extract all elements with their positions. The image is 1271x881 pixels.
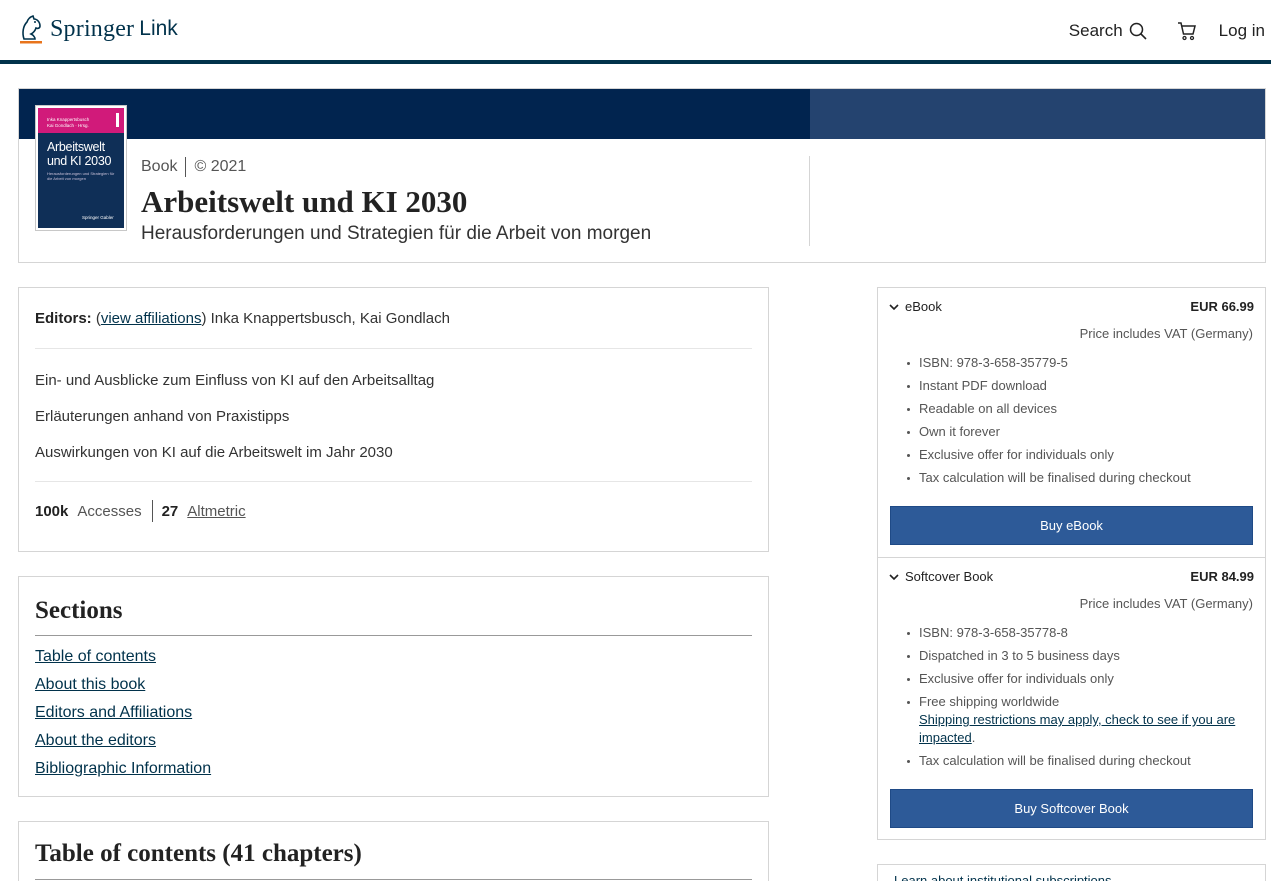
feature-item: Exclusive offer for individuals only <box>905 446 1255 464</box>
softcover-option-name: Softcover Book <box>905 569 994 584</box>
cover-title-line2: und KI 2030 <box>47 154 112 168</box>
buy-box: eBook EUR 66.99 Price includes VAT (Germ… <box>877 287 1266 840</box>
ebook-price: EUR 66.99 <box>1190 299 1254 314</box>
editors-names: Inka Knappertsbusch, Kai Gondlach <box>210 310 450 327</box>
info-divider-bottom <box>35 481 752 482</box>
cover-authors-line2: Kai Gondlach · Hrsg. <box>47 123 89 128</box>
softcover-option: Softcover Book EUR 84.99 Price includes … <box>878 557 1265 839</box>
info-divider-top <box>35 348 752 349</box>
chevron-down-icon <box>889 303 899 310</box>
search-icon <box>1129 22 1147 40</box>
view-affiliations-link[interactable]: view affiliations <box>101 310 202 327</box>
springer-horse-icon <box>20 14 42 44</box>
book-metrics: 100k Accesses 27 Altmetric <box>35 500 246 522</box>
site-header: Springer Link Search Log in <box>0 0 1271 60</box>
sections-list: Table of contents About this book Editor… <box>35 647 211 787</box>
altmetric-link[interactable]: Altmetric <box>187 503 245 520</box>
login-link[interactable]: Log in <box>1219 21 1265 41</box>
ebook-option-name: eBook <box>905 299 942 314</box>
metrics-separator <box>151 500 153 522</box>
meta-separator <box>185 157 187 177</box>
book-hero: Inka Knappertsbusch Kai Gondlach · Hrsg.… <box>18 88 1266 263</box>
institutional-card: Learn about institutional subscriptions <box>877 864 1266 881</box>
hero-divider <box>809 156 810 246</box>
section-link-bibliographic-info[interactable]: Bibliographic Information <box>35 759 211 787</box>
springer-link-logo[interactable]: Springer Link <box>18 12 178 46</box>
buy-softcover-button[interactable]: Buy Softcover Book <box>890 789 1253 828</box>
table-of-contents-card: Table of contents (41 chapters) <box>18 821 769 881</box>
shipping-text: Free shipping worldwide <box>919 694 1060 709</box>
cover-publisher: Springer Gabler <box>82 215 114 220</box>
buy-ebook-button[interactable]: Buy eBook <box>890 506 1253 545</box>
section-link-about-this-book[interactable]: About this book <box>35 675 211 703</box>
cover-tab <box>116 113 119 127</box>
logo-springer-text: Springer <box>50 15 135 42</box>
editors-label: Editors: <box>35 310 92 327</box>
chevron-down-icon <box>889 573 899 580</box>
book-subtitle: Herausforderungen und Strategien für die… <box>141 223 652 244</box>
accesses-label: Accesses <box>77 502 142 520</box>
book-info-card: Editors: (view affiliations) Inka Knappe… <box>18 287 769 552</box>
toc-title: Table of contents (41 chapters) <box>35 840 362 867</box>
highlight-item: Auswirkungen von KI auf die Arbeitswelt … <box>35 444 393 461</box>
feature-item-shipping: Free shipping worldwide Shipping restric… <box>905 693 1255 747</box>
accesses-count: 100k <box>35 502 69 520</box>
ebook-features: ISBN: 978-3-658-35779-5 Instant PDF down… <box>905 354 1255 492</box>
shipping-restrictions-link[interactable]: Shipping restrictions may apply, check t… <box>919 712 1235 745</box>
header-rule <box>0 60 1271 64</box>
feature-item: Instant PDF download <box>905 377 1255 395</box>
feature-item: ISBN: 978-3-658-35778-8 <box>905 624 1255 642</box>
book-type: Book <box>141 158 178 175</box>
book-title: Arbeitswelt und KI 2030 <box>141 184 468 219</box>
cover-title-line1: Arbeitswelt <box>47 140 105 154</box>
book-meta: Book © 2021 <box>141 157 246 177</box>
cover-authors-line1: Inka Knappertsbusch <box>47 117 90 122</box>
editors-line: Editors: (view affiliations) Inka Knappe… <box>35 310 450 327</box>
cover-subtitle: Herausforderungen und Strategien für die… <box>47 171 115 181</box>
cover-title: Arbeitswelt und KI 2030 <box>47 140 111 168</box>
softcover-features: ISBN: 978-3-658-35778-8 Dispatched in 3 … <box>905 624 1255 775</box>
cover-top-band: Inka Knappertsbusch Kai Gondlach · Hrsg. <box>38 108 124 133</box>
feature-item: Tax calculation will be finalised during… <box>905 469 1255 487</box>
sections-rule <box>35 635 752 636</box>
ebook-option-toggle[interactable]: eBook EUR 66.99 <box>888 299 1254 314</box>
feature-item: Dispatched in 3 to 5 business days <box>905 647 1255 665</box>
institutional-subscriptions-link[interactable]: Learn about institutional subscriptions <box>894 873 1112 881</box>
logo-link-text: Link <box>139 17 178 40</box>
ebook-vat-note: Price includes VAT (Germany) <box>1079 326 1253 341</box>
cart-button[interactable] <box>1177 21 1197 41</box>
hero-band <box>19 89 810 139</box>
hero-band-right <box>810 89 1265 139</box>
book-cover[interactable]: Inka Knappertsbusch Kai Gondlach · Hrsg.… <box>36 106 126 230</box>
sections-card: Sections Table of contents About this bo… <box>18 576 769 797</box>
sections-title: Sections <box>35 597 123 624</box>
section-link-about-editors[interactable]: About the editors <box>35 731 211 759</box>
section-link-editors-affiliations[interactable]: Editors and Affiliations <box>35 703 211 731</box>
cart-icon <box>1177 22 1196 41</box>
section-link-table-of-contents[interactable]: Table of contents <box>35 647 211 675</box>
toc-rule <box>35 879 752 880</box>
feature-item: Readable on all devices <box>905 400 1255 418</box>
book-highlights: Ein- und Ausblicke zum Einfluss von KI a… <box>35 372 434 480</box>
altmetric-count: 27 <box>161 502 179 520</box>
highlight-item: Erläuterungen anhand von Praxistipps <box>35 408 290 425</box>
feature-item: Exclusive offer for individuals only <box>905 670 1255 688</box>
softcover-vat-note: Price includes VAT (Germany) <box>1079 596 1253 611</box>
highlight-item: Ein- und Ausblicke zum Einfluss von KI a… <box>35 372 435 389</box>
softcover-price: EUR 84.99 <box>1190 569 1254 584</box>
ebook-option: eBook EUR 66.99 Price includes VAT (Germ… <box>878 288 1265 557</box>
softcover-option-toggle[interactable]: Softcover Book EUR 84.99 <box>888 569 1254 584</box>
search-label: Search <box>1068 21 1123 40</box>
feature-item: ISBN: 978-3-658-35779-5 <box>905 354 1255 372</box>
header-nav: Search Log in <box>1069 14 1265 48</box>
feature-item: Own it forever <box>905 423 1255 441</box>
book-copyright: © 2021 <box>194 158 247 175</box>
feature-item: Tax calculation will be finalised during… <box>905 752 1255 770</box>
search-button[interactable]: Search <box>1069 21 1147 41</box>
